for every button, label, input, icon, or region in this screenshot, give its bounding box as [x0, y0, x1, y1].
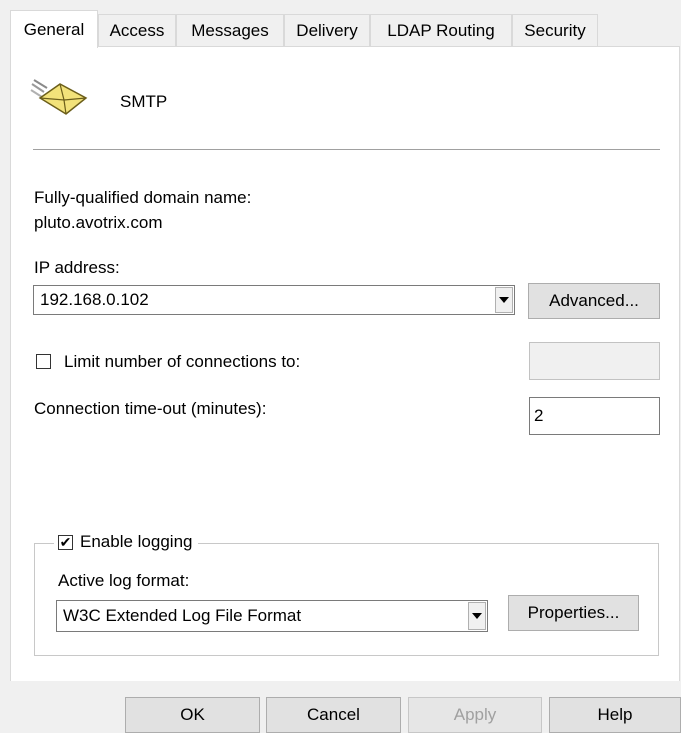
separator [33, 149, 660, 150]
log-format-label: Active log format: [58, 571, 190, 590]
chevron-down-icon[interactable] [495, 287, 513, 313]
tab-access[interactable]: Access [98, 14, 176, 46]
log-format-value: W3C Extended Log File Format [63, 606, 302, 625]
enable-logging-label: Enable logging [80, 532, 193, 551]
tab-ldap-routing[interactable]: LDAP Routing [370, 14, 512, 46]
limit-connections-label: Limit number of connections to: [64, 352, 301, 371]
chevron-down-icon[interactable] [468, 602, 486, 630]
ip-address-label: IP address: [34, 258, 120, 277]
timeout-input[interactable]: 2 [529, 397, 660, 435]
fqdn-value: pluto.avotrix.com [34, 213, 163, 232]
tab-security[interactable]: Security [512, 14, 598, 46]
fqdn-label: Fully-qualified domain name: [34, 188, 252, 207]
service-name: SMTP [120, 92, 168, 111]
cancel-button[interactable]: Cancel [266, 697, 401, 733]
advanced-button[interactable]: Advanced... [528, 283, 660, 319]
logging-group-legend: ✔ Enable logging [54, 532, 199, 552]
enable-logging-checkbox[interactable]: ✔ [58, 534, 73, 550]
log-format-dropdown[interactable]: W3C Extended Log File Format [56, 600, 488, 632]
tab-messages[interactable]: Messages [176, 14, 284, 46]
properties-button[interactable]: Properties... [508, 595, 639, 631]
envelope-icon [30, 78, 88, 120]
apply-button[interactable]: Apply [408, 697, 542, 733]
ip-address-dropdown[interactable]: 192.168.0.102 [33, 285, 515, 315]
limit-connections-checkbox[interactable] [36, 354, 51, 369]
limit-connections-input[interactable] [529, 342, 660, 380]
ip-address-value: 192.168.0.102 [40, 290, 149, 309]
help-button[interactable]: Help [549, 697, 681, 733]
timeout-label: Connection time-out (minutes): [34, 399, 267, 418]
tab-delivery[interactable]: Delivery [284, 14, 370, 46]
ok-button[interactable]: OK [125, 697, 260, 733]
timeout-value: 2 [534, 406, 544, 425]
tab-general[interactable]: General [10, 10, 98, 48]
